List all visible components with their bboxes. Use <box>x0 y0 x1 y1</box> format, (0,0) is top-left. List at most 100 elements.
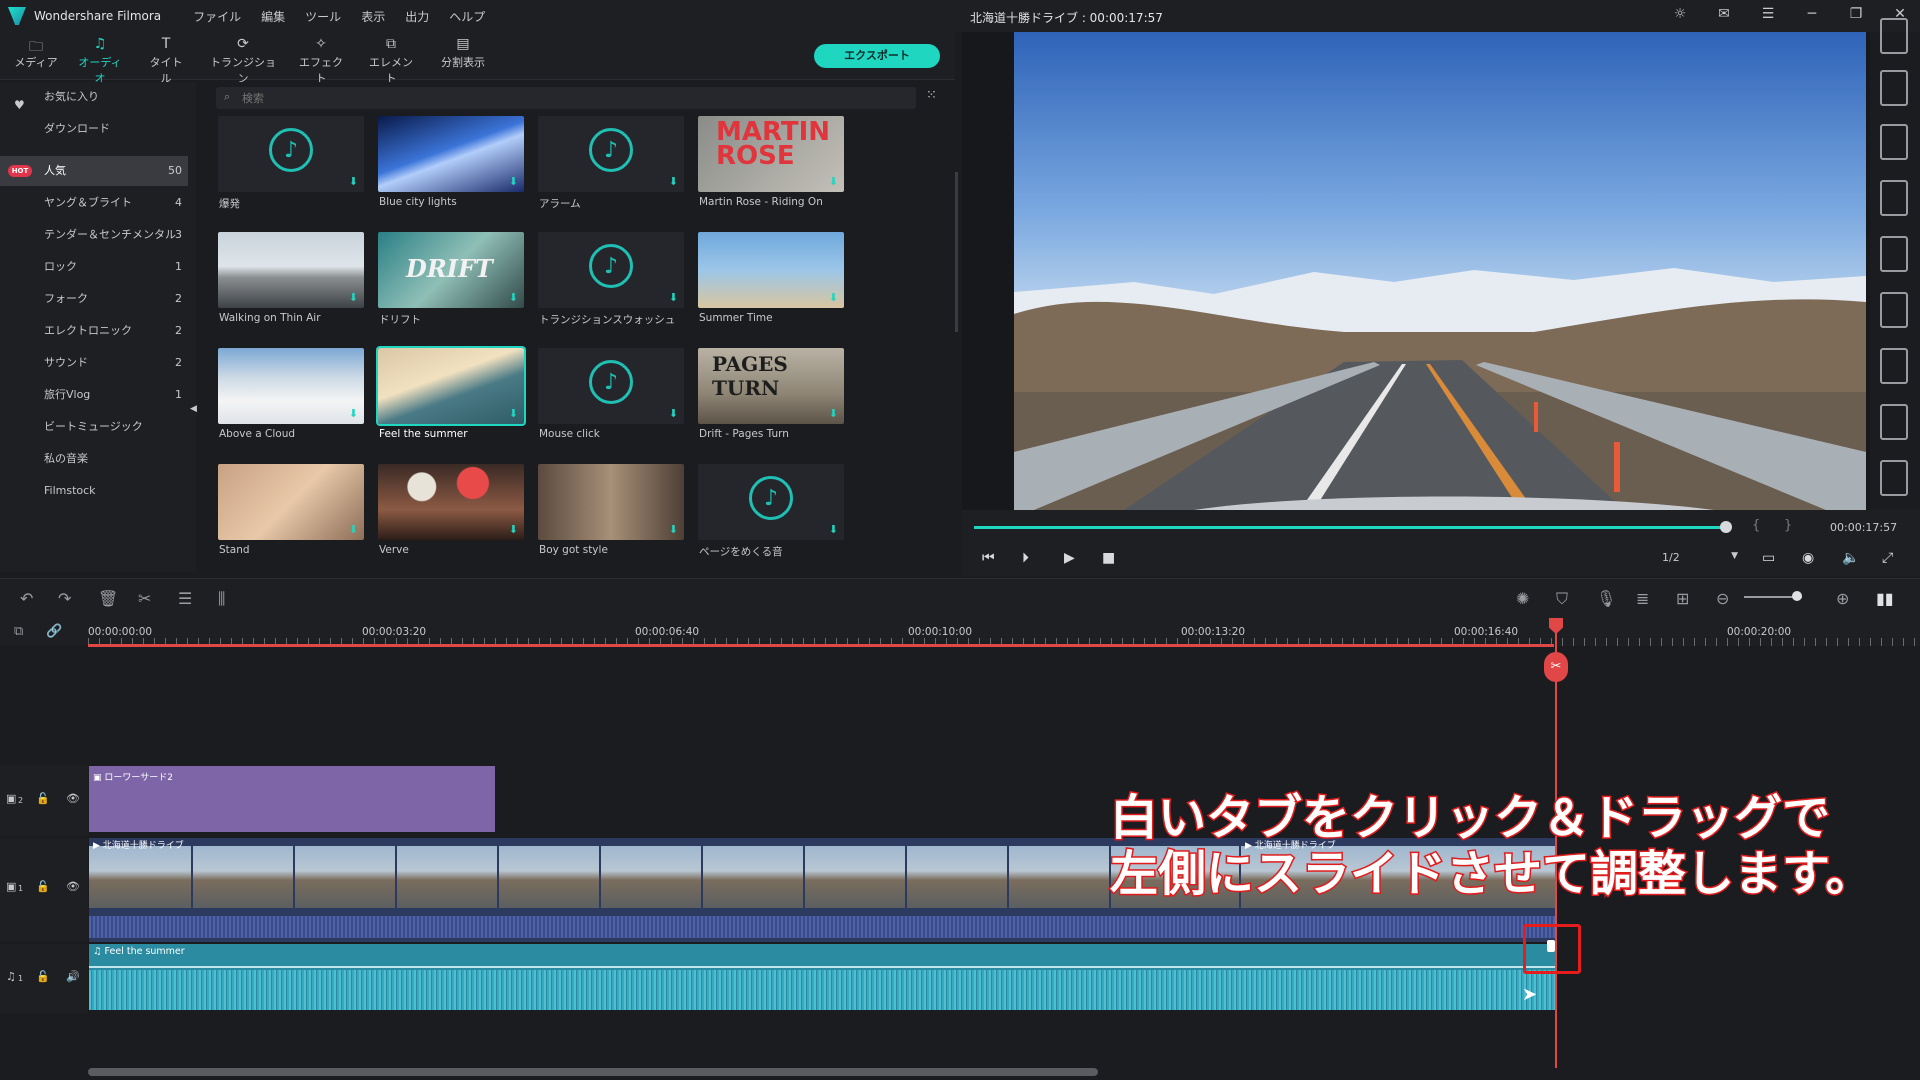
restore-icon[interactable]: ❐ <box>1846 6 1866 22</box>
minimize-icon[interactable]: ─ <box>1802 6 1822 22</box>
link-icon[interactable]: 🔗 <box>46 624 62 639</box>
play-icon[interactable]: ▶ <box>1064 550 1075 566</box>
delete-icon[interactable]: 🗑 <box>98 589 118 608</box>
category-beat-music[interactable]: ビートミュージック <box>0 412 188 442</box>
step-back-icon[interactable]: ⏮ <box>982 550 995 566</box>
collapse-arrow-icon[interactable]: ◀ <box>190 404 197 414</box>
export-button[interactable]: エクスポート <box>814 44 940 68</box>
lock-icon[interactable]: 🔓 <box>36 970 50 983</box>
tab-element[interactable]: ⧉ エレメント <box>368 36 414 86</box>
download-icon[interactable]: ⬇ <box>349 291 358 304</box>
microphone-icon[interactable]: 🎙 <box>1596 589 1616 608</box>
category-sound[interactable]: サウンド 2 <box>0 348 188 378</box>
voiceover-icon[interactable]: ≣ <box>1636 589 1649 608</box>
time-ruler[interactable]: ⧉ 🔗 00:00:00:00 00:00:03:20 00:00:06:40 … <box>0 620 1920 646</box>
category-my-music[interactable]: 私の音楽 <box>0 444 188 474</box>
frame-slot[interactable] <box>1880 404 1908 440</box>
tab-title[interactable]: T タイトル <box>146 36 186 86</box>
audio-card[interactable]: DRIFT ⬇ ドリフト <box>378 232 524 342</box>
download-icon[interactable]: ⬇ <box>669 291 678 304</box>
category-tender[interactable]: テンダー＆センチメンタル 3 <box>0 220 188 250</box>
tab-media[interactable]: 🗀 メディア <box>14 36 58 70</box>
stop-icon[interactable]: ■ <box>1102 550 1115 566</box>
download-icon[interactable]: ⬇ <box>829 407 838 420</box>
frame-slot[interactable] <box>1880 292 1908 328</box>
speaker-icon[interactable]: 🔊 <box>66 970 80 983</box>
download-icon[interactable]: ⬇ <box>829 523 838 536</box>
eye-icon[interactable]: 👁 <box>66 880 80 893</box>
play-frame-icon[interactable]: ⏵ <box>1022 550 1029 566</box>
download-icon[interactable]: ⬇ <box>829 291 838 304</box>
category-electronic[interactable]: エレクトロニック 2 <box>0 316 188 346</box>
tab-transition[interactable]: ⟳ トランジション <box>210 36 276 86</box>
volume-line[interactable] <box>89 966 1555 968</box>
category-filmstock[interactable]: Filmstock <box>0 476 188 506</box>
download-icon[interactable]: ⬇ <box>509 291 518 304</box>
audio-card[interactable]: ♪ ⬇ Mouse click <box>538 348 684 458</box>
audio-card[interactable]: ♪ ⬇ ページをめくる音 <box>698 464 844 574</box>
download-icon[interactable]: ⬇ <box>349 523 358 536</box>
playback-quality-select[interactable]: 1/2 ▼ <box>1662 551 1742 569</box>
frame-slot[interactable] <box>1880 124 1908 160</box>
scissors-icon[interactable]: ✂ <box>1544 652 1568 682</box>
playback-progress-bar[interactable] <box>974 526 1726 529</box>
frame-slot[interactable] <box>1880 18 1908 54</box>
mark-out-icon[interactable]: } <box>1784 518 1792 533</box>
menu-file[interactable]: ファイル <box>193 8 241 25</box>
audio-card[interactable]: ♪ ⬇ 爆発 <box>218 116 364 226</box>
category-popular[interactable]: HOT 人気 50 <box>0 156 188 186</box>
download-icon[interactable]: ⬇ <box>669 523 678 536</box>
category-downloads[interactable]: ダウンロード <box>0 114 188 144</box>
snapshot-icon[interactable]: ⊞ <box>1676 589 1689 608</box>
category-favorites[interactable]: ♥ お気に入り <box>0 82 188 112</box>
fade-handle-tab[interactable] <box>1547 940 1555 952</box>
category-rock[interactable]: ロック 1 <box>0 252 188 282</box>
menu-help[interactable]: ヘルプ <box>449 8 485 25</box>
lock-icon[interactable]: 🔓 <box>36 880 50 893</box>
menu-edit[interactable]: 編集 <box>261 8 285 25</box>
audio-card[interactable]: ⬇ Verve <box>378 464 524 574</box>
pause-bars-icon[interactable]: ▮▮ <box>1876 589 1894 608</box>
undo-icon[interactable]: ↶ <box>20 589 33 608</box>
audio-card[interactable]: ⬇ Boy got style <box>538 464 684 574</box>
audio-card[interactable]: PAGES TURN ⬇ Drift - Pages Turn <box>698 348 844 458</box>
menu-export[interactable]: 出力 <box>405 8 429 25</box>
mark-in-icon[interactable]: { <box>1752 518 1760 533</box>
audio-card[interactable]: ♪ ⬇ アラーム <box>538 116 684 226</box>
audio-card[interactable]: ♪ ⬇ トランジションスウォッシュ <box>538 232 684 342</box>
render-icon[interactable]: ✺ <box>1516 589 1529 608</box>
zoom-out-icon[interactable]: ⊖ <box>1716 589 1729 608</box>
lock-icon[interactable]: 🔓 <box>36 792 50 805</box>
marker-icon[interactable]: ⛉ <box>1556 589 1568 609</box>
playback-scrubber[interactable] <box>1720 521 1732 533</box>
audio-card[interactable]: ⬇ Summer Time <box>698 232 844 342</box>
download-icon[interactable]: ⬇ <box>669 407 678 420</box>
audio-card[interactable]: ⬇ Stand <box>218 464 364 574</box>
timeline-scrollbar[interactable] <box>88 1068 1098 1076</box>
download-icon[interactable]: ⬇ <box>509 175 518 188</box>
volume-icon[interactable]: 🔈 <box>1842 550 1859 566</box>
download-icon[interactable]: ⬇ <box>669 175 678 188</box>
frame-slot[interactable] <box>1880 236 1908 272</box>
monitor-icon[interactable]: ▭ <box>1762 550 1775 566</box>
tab-audio[interactable]: ♫ オーディオ <box>74 36 126 94</box>
download-icon[interactable]: ⬇ <box>829 175 838 188</box>
menu-tools[interactable]: ツール <box>305 8 341 25</box>
tab-effect[interactable]: ✧ エフェクト <box>298 36 344 86</box>
zoom-in-icon[interactable]: ⊕ <box>1836 589 1849 608</box>
grid-scrollbar[interactable] <box>955 172 958 332</box>
title-clip[interactable]: ▣ ローワーサード2 <box>89 766 495 832</box>
audio-clip[interactable]: ♫ Feel the summer <box>89 944 1555 1010</box>
cut-icon[interactable]: ✂ <box>138 589 151 608</box>
audio-card[interactable]: ⬇ Walking on Thin Air <box>218 232 364 342</box>
eye-icon[interactable]: 👁 <box>66 792 80 805</box>
audio-card[interactable]: ⬇ Blue city lights <box>378 116 524 226</box>
list-menu-icon[interactable]: ☰ <box>1758 6 1778 22</box>
mail-icon[interactable]: ✉ <box>1714 6 1734 22</box>
download-icon[interactable]: ⬇ <box>509 407 518 420</box>
category-folk[interactable]: フォーク 2 <box>0 284 188 314</box>
add-track-icon[interactable]: ⧉ <box>14 624 23 639</box>
download-icon[interactable]: ⬇ <box>509 523 518 536</box>
snapshot-camera-icon[interactable]: ◉ <box>1802 550 1814 566</box>
audio-card[interactable]: ⬇ Above a Cloud <box>218 348 364 458</box>
